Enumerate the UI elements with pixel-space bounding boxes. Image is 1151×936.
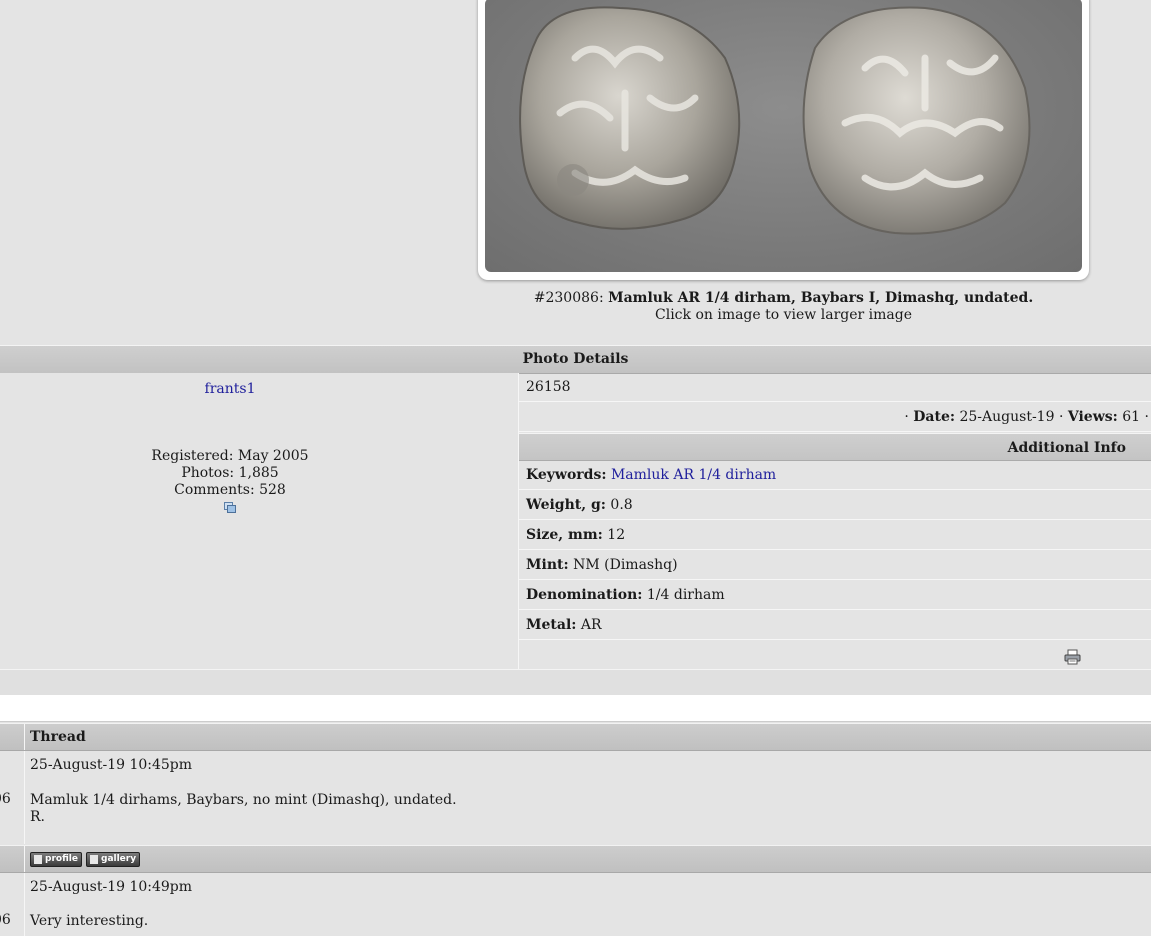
filesize-value: 26158 <box>526 379 571 395</box>
thread-post: 06 25-August-19 10:45pm Mamluk 1/4 dirha… <box>0 751 1151 844</box>
post-actions-bar: profile gallery <box>0 845 1151 873</box>
additional-info-header: Additional Info <box>519 433 1151 461</box>
views-value: 61 <box>1122 409 1141 425</box>
post-line: Mamluk 1/4 dirhams, Baybars, no mint (Di… <box>30 792 457 808</box>
post-date: 25-August-19 10:49pm <box>30 879 193 895</box>
field-row-keywords: Keywords: Mamluk AR 1/4 dirham <box>519 461 1151 490</box>
uploader-stats: Registered: May 2005 Photos: 1,885 Comme… <box>0 448 460 513</box>
field-label: Size, mm: <box>526 527 603 543</box>
field-row-size: Size, mm: 12 <box>519 521 1151 550</box>
post-body: Mamluk 1/4 dirhams, Baybars, no mint (Di… <box>30 792 457 826</box>
field-value: 0.8 <box>610 497 633 513</box>
printer-icon[interactable] <box>1064 647 1081 665</box>
post-author-fragment: 06 <box>0 912 11 928</box>
print-row <box>519 641 1151 670</box>
photo-details-title: Photo Details <box>522 351 629 367</box>
photo-caption: #230086: Mamluk AR 1/4 dirham, Baybars I… <box>478 290 1089 324</box>
thread-title: Thread <box>30 729 86 745</box>
date-views-row: · Date: 25-August-19 · Views: 61 · <box>519 403 1151 432</box>
gallery-stack-icon[interactable] <box>224 501 236 513</box>
post-line: Very interesting. <box>30 913 149 929</box>
field-label: Weight, g: <box>526 497 606 513</box>
field-value: 12 <box>607 527 626 543</box>
field-value: 1/4 dirham <box>646 587 725 603</box>
additional-info-title: Additional Info <box>1007 440 1126 456</box>
post-line: R. <box>30 809 45 825</box>
coin-photo[interactable] <box>485 0 1082 272</box>
profile-icon <box>34 855 42 864</box>
post-body: Very interesting. <box>30 913 148 930</box>
date-value: 25-August-19 <box>959 409 1055 425</box>
field-row-weight: Weight, g: 0.8 <box>519 491 1151 520</box>
section-spacer <box>0 695 1151 722</box>
section-divider <box>0 669 1151 696</box>
gallery-label: gallery <box>101 854 137 864</box>
field-label: Keywords: <box>526 467 607 483</box>
views-label: Views: <box>1067 409 1118 425</box>
photo-details-header: Photo Details <box>0 345 1151 374</box>
gallery-icon <box>90 855 98 864</box>
post-date: 25-August-19 10:45pm <box>30 757 193 773</box>
post-author-fragment: 06 <box>0 791 11 807</box>
uploader-link[interactable]: frants1 <box>205 381 256 397</box>
thread-header: Thread <box>0 723 1151 751</box>
field-row-mint: Mint: NM (Dimashq) <box>519 551 1151 580</box>
filesize-row: 26158 <box>519 373 1151 402</box>
registered-text: Registered: May 2005 <box>151 448 309 464</box>
field-label: Metal: <box>526 617 577 633</box>
thread-post: 06 25-August-19 10:49pm Very interesting… <box>0 873 1151 936</box>
profile-button[interactable]: profile <box>30 852 82 867</box>
photo-title: Mamluk AR 1/4 dirham, Baybars I, Dimashq… <box>608 290 1034 306</box>
field-row-denomination: Denomination: 1/4 dirham <box>519 581 1151 610</box>
photo-hint: Click on image to view larger image <box>655 307 912 323</box>
field-label: Denomination: <box>526 587 643 603</box>
profile-label: profile <box>45 854 78 864</box>
date-label: Date: <box>913 409 956 425</box>
field-value: AR <box>580 617 602 633</box>
field-label: Mint: <box>526 557 569 573</box>
details-panel: 26158 · Date: 25-August-19 · Views: 61 ·… <box>519 373 1151 669</box>
field-value: NM (Dimashq) <box>573 557 678 573</box>
uploader-panel: frants1 Registered: May 2005 Photos: 1,8… <box>0 373 519 669</box>
field-row-metal: Metal: AR <box>519 611 1151 640</box>
photo-id: #230086: <box>533 290 604 306</box>
photo-frame <box>478 0 1089 280</box>
keywords-link[interactable]: Mamluk AR 1/4 dirham <box>611 467 776 483</box>
photos-count: Photos: 1,885 <box>181 465 279 481</box>
comments-count: Comments: 528 <box>174 482 286 498</box>
gallery-button[interactable]: gallery <box>86 852 141 867</box>
